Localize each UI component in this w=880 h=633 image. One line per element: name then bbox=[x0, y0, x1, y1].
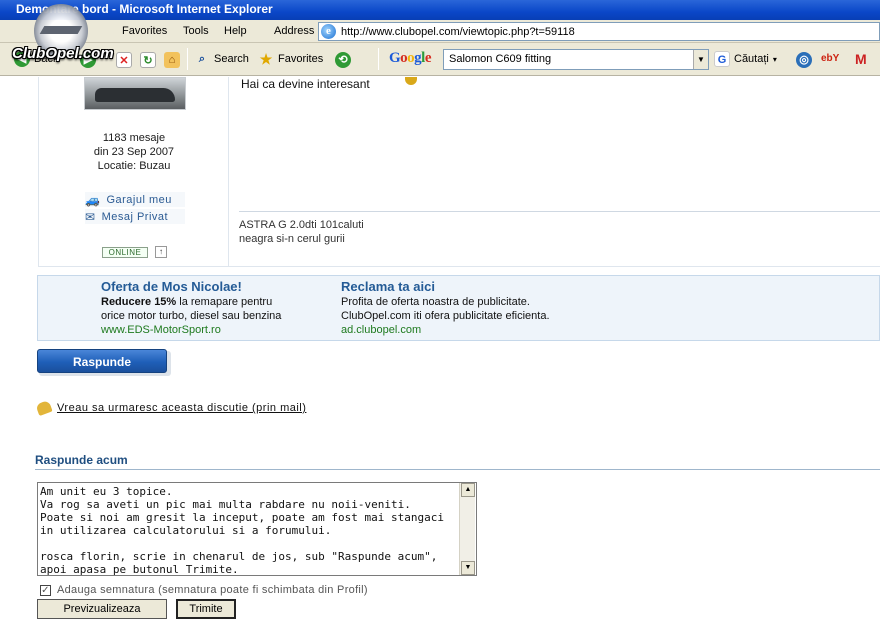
join-date: din 23 Sep 2007 bbox=[93, 146, 175, 158]
bell-icon bbox=[35, 399, 53, 417]
ad-link[interactable]: ad.clubopel.com bbox=[341, 324, 421, 336]
textarea-scrollbar[interactable]: ▲ ▼ bbox=[459, 483, 475, 575]
post-author-panel: 1183 mesaje din 23 Sep 2007 Locatie: Buz… bbox=[39, 77, 229, 267]
favorites-label: Favorites bbox=[278, 53, 324, 65]
stop-icon[interactable]: ✕ bbox=[116, 52, 132, 68]
garage-link[interactable]: 🚙 Garajul meu bbox=[85, 192, 185, 207]
ad-text: ClubOpel.com iti ofera publicitate efici… bbox=[341, 310, 550, 322]
ad-text: Reducere 15% la remapare pentru bbox=[101, 296, 273, 308]
cautati-label: Căutați bbox=[734, 53, 769, 65]
google-search-value: Salomon C609 fitting bbox=[449, 53, 552, 65]
ad-title[interactable]: Oferta de Mos Nicolae! bbox=[101, 279, 242, 294]
address-url: http://www.clubopel.com/viewtopic.php?t=… bbox=[341, 26, 575, 38]
ie-page-icon: e bbox=[321, 24, 336, 39]
private-message-link[interactable]: ✉ Mesaj Privat bbox=[85, 209, 185, 224]
ad-title[interactable]: Reclama ta aici bbox=[341, 279, 435, 294]
post-count: 1183 mesaje bbox=[102, 132, 166, 144]
submit-button[interactable]: Trimite bbox=[176, 599, 236, 619]
gmail-icon[interactable]: M bbox=[855, 51, 867, 67]
menu-favorites[interactable]: Favorites bbox=[122, 25, 167, 37]
toolbar: ◀ Back ▶ ✕ ↻ ⌂ ⌕ Search ★ Favorites ⟲ Go… bbox=[0, 43, 880, 76]
google-search-input[interactable]: Salomon C609 fitting ▼ bbox=[443, 49, 709, 70]
ebay-icon[interactable]: ebY bbox=[821, 53, 839, 64]
signature-divider bbox=[239, 211, 880, 212]
google-logo: Google bbox=[389, 50, 432, 66]
watch-topic: Vreau sa urmaresc aceasta discutie (prin… bbox=[35, 399, 306, 417]
clubopel-logo: ClubOpel.com bbox=[12, 4, 114, 62]
watch-topic-link[interactable]: Vreau sa urmaresc aceasta discutie (prin… bbox=[57, 402, 306, 414]
envelope-icon: ✉ bbox=[85, 209, 96, 224]
window-title-bar: Demontare bord - Microsoft Internet Expl… bbox=[0, 0, 880, 20]
signature-checkbox-label: Adauga semnatura (semnatura poate fi sch… bbox=[57, 584, 368, 596]
search-button[interactable]: ⌕ Search bbox=[194, 50, 249, 68]
opel-bolt-icon bbox=[39, 26, 83, 34]
post-body: Hai ca devine interesant bbox=[241, 77, 370, 91]
history-icon[interactable]: ⟲ bbox=[335, 52, 351, 68]
favorites-button[interactable]: ★ Favorites bbox=[258, 50, 324, 68]
preview-button[interactable]: Previzualizeaza bbox=[37, 599, 167, 619]
address-bar[interactable]: e http://www.clubopel.com/viewtopic.php?… bbox=[318, 22, 880, 41]
pm-label: Mesaj Privat bbox=[101, 210, 169, 223]
home-icon[interactable]: ⌂ bbox=[164, 52, 180, 68]
search-icon: ⌕ bbox=[198, 53, 206, 65]
globe-icon[interactable]: ◎ bbox=[796, 52, 812, 68]
scroll-down-icon[interactable]: ▼ bbox=[461, 561, 475, 575]
back-to-top-button[interactable]: ↑ bbox=[155, 246, 167, 258]
menu-help[interactable]: Help bbox=[224, 25, 247, 37]
star-icon: ★ bbox=[259, 51, 273, 67]
search-label: Search bbox=[214, 53, 249, 65]
scroll-up-icon[interactable]: ▲ bbox=[461, 483, 475, 497]
ad-link[interactable]: www.EDS-MotorSport.ro bbox=[101, 324, 221, 336]
key-icon bbox=[405, 77, 417, 85]
reply-button[interactable]: Raspunde bbox=[37, 349, 167, 373]
avatar bbox=[84, 77, 186, 110]
forum-post: 1183 mesaje din 23 Sep 2007 Locatie: Buz… bbox=[38, 77, 880, 267]
quick-reply-title: Raspunde acum bbox=[35, 453, 128, 467]
logo-brand-text: ClubOpel.com bbox=[12, 45, 114, 62]
car-icon: 🚙 bbox=[85, 192, 101, 207]
signature-option: ✓ Adauga semnatura (semnatura poate fi s… bbox=[40, 584, 368, 596]
reply-textarea[interactable]: Am unit eu 3 topice. Va rog sa aveti un … bbox=[37, 482, 477, 576]
signature-line: ASTRA G 2.0dti 101caluti bbox=[239, 219, 364, 231]
location: Locatie: Buzau bbox=[97, 160, 171, 172]
chevron-down-icon: ▾ bbox=[772, 54, 777, 64]
toolbar-separator bbox=[378, 48, 379, 70]
ad-text: orice motor turbo, diesel sau benzina bbox=[101, 310, 282, 322]
address-label: Address bbox=[274, 25, 315, 37]
dropdown-arrow-icon[interactable]: ▼ bbox=[693, 50, 708, 69]
page-content: 1183 mesaje din 23 Sep 2007 Locatie: Buz… bbox=[0, 77, 880, 633]
refresh-icon[interactable]: ↻ bbox=[140, 52, 156, 68]
ad-text: Profita de oferta noastra de publicitate… bbox=[341, 296, 530, 308]
google-search-button[interactable]: G Căutați ▾ bbox=[714, 50, 777, 68]
signature-line: neagra si-n cerul gurii bbox=[239, 233, 345, 245]
garage-label: Garajul meu bbox=[106, 193, 172, 206]
section-divider bbox=[35, 469, 880, 470]
signature-checkbox[interactable]: ✓ bbox=[40, 584, 51, 596]
online-badge: ONLINE bbox=[102, 247, 148, 258]
ads-banner: Oferta de Mos Nicolae! Reducere 15% la r… bbox=[37, 275, 880, 341]
menu-tools[interactable]: Tools bbox=[183, 25, 209, 37]
toolbar-separator bbox=[187, 48, 188, 70]
google-g-icon: G bbox=[714, 51, 730, 67]
